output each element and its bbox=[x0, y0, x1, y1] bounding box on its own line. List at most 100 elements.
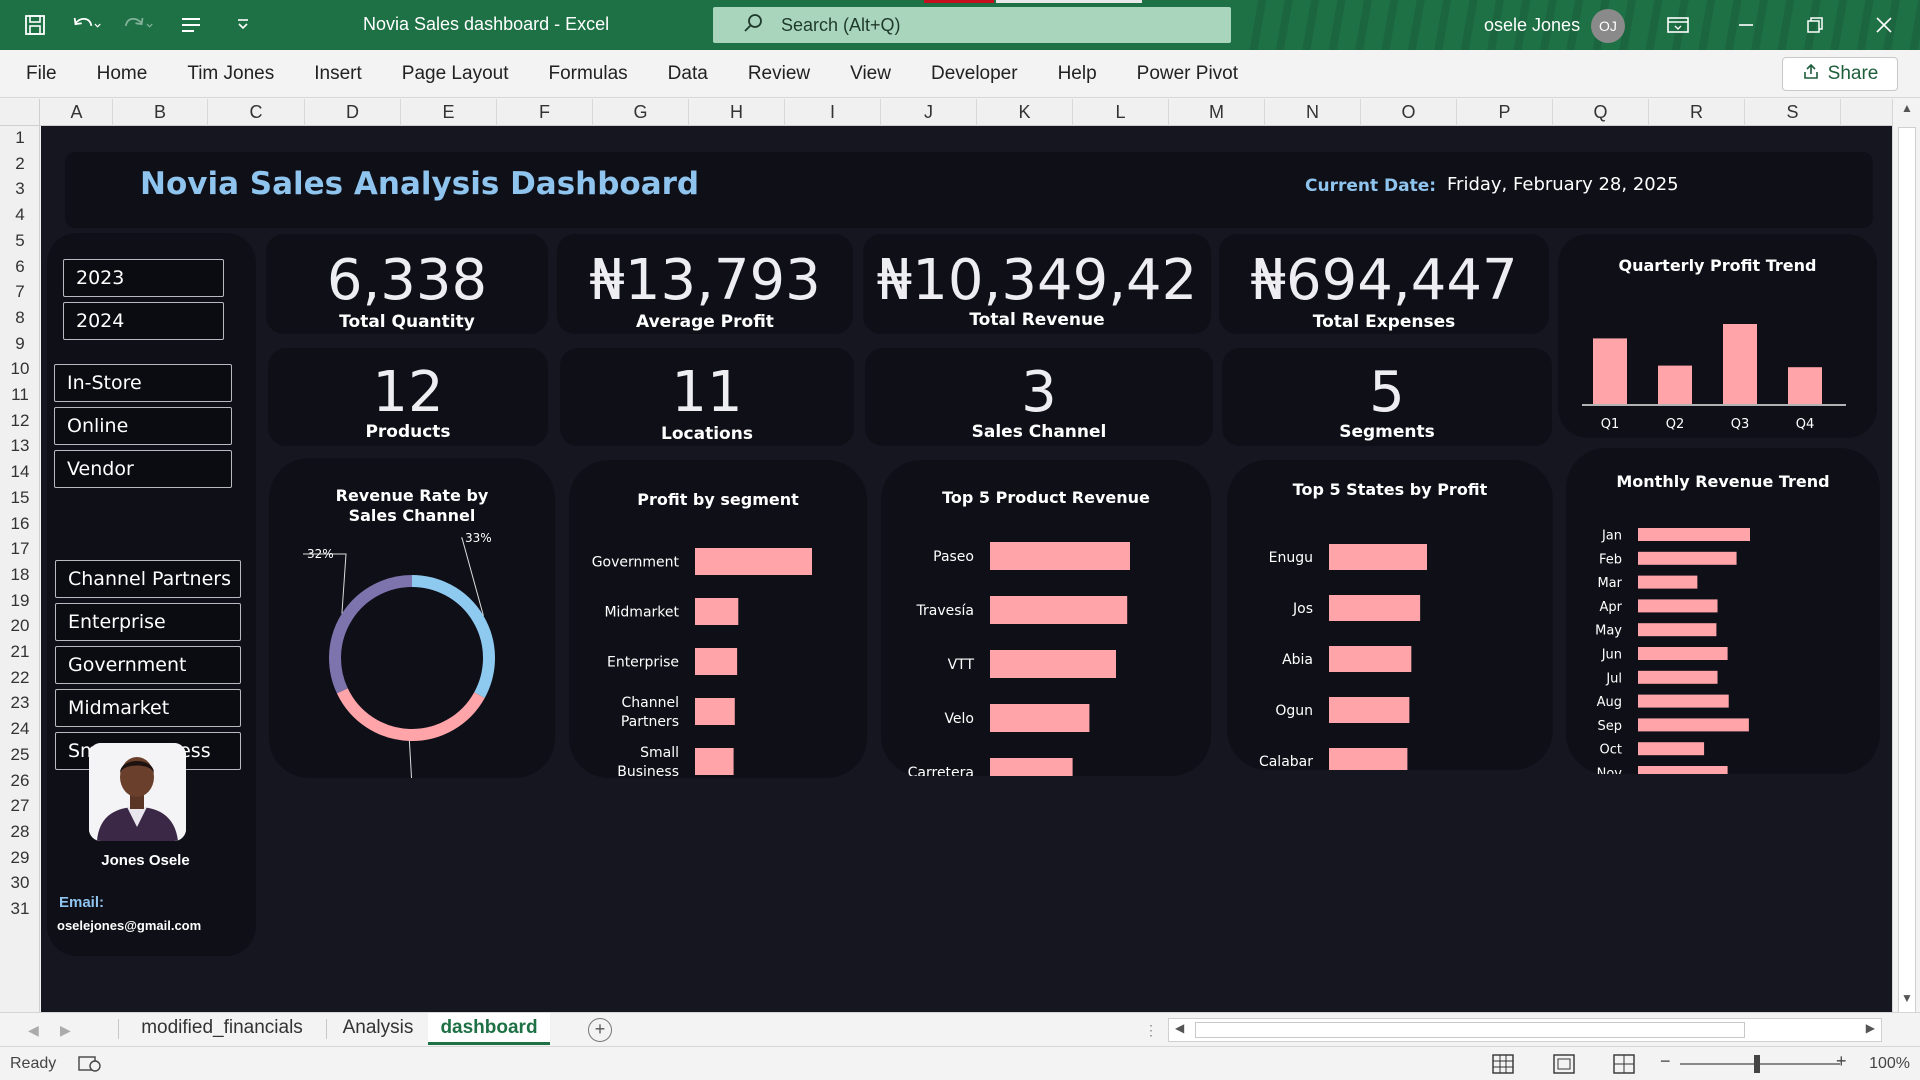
segment-slicer-midmarket[interactable]: Midmarket bbox=[55, 689, 241, 727]
sheet-tab-analysis[interactable]: Analysis bbox=[330, 1013, 426, 1045]
tab-view[interactable]: View bbox=[838, 50, 903, 98]
column-header-c[interactable]: C bbox=[208, 99, 305, 126]
restore-icon[interactable] bbox=[1785, 0, 1845, 50]
column-header-i[interactable]: I bbox=[785, 99, 881, 126]
undo-icon[interactable] bbox=[72, 10, 102, 40]
save-icon[interactable] bbox=[20, 10, 50, 40]
row-header-30[interactable]: 30 bbox=[0, 873, 39, 893]
row-header-7[interactable]: 7 bbox=[0, 282, 39, 302]
zoom-slider[interactable] bbox=[1680, 1063, 1840, 1065]
column-header-g[interactable]: G bbox=[593, 99, 689, 126]
tab-splitter-icon[interactable]: ⋮ bbox=[1144, 1013, 1158, 1047]
share-button[interactable]: Share bbox=[1782, 57, 1898, 91]
vertical-scrollbar[interactable]: ▲ ▼ bbox=[1892, 99, 1920, 1027]
column-header-d[interactable]: D bbox=[305, 99, 401, 126]
segment-slicer-channel-partners[interactable]: Channel Partners bbox=[55, 560, 241, 598]
year-slicer-2023[interactable]: 2023 bbox=[63, 259, 224, 297]
zoom-out-icon[interactable]: − bbox=[1660, 1051, 1671, 1072]
channel-slicer-online[interactable]: Online bbox=[54, 407, 232, 445]
tab-home[interactable]: Home bbox=[85, 50, 160, 98]
scroll-down-icon[interactable]: ▼ bbox=[1893, 991, 1920, 1005]
tab-developer[interactable]: Developer bbox=[919, 50, 1030, 98]
row-header-19[interactable]: 19 bbox=[0, 591, 39, 611]
year-slicer-2024[interactable]: 2024 bbox=[63, 302, 224, 340]
row-header-17[interactable]: 17 bbox=[0, 539, 39, 559]
row-header-14[interactable]: 14 bbox=[0, 462, 39, 482]
row-header-20[interactable]: 20 bbox=[0, 616, 39, 636]
vertical-scroll-thumb[interactable] bbox=[1898, 127, 1916, 1027]
row-header-15[interactable]: 15 bbox=[0, 488, 39, 508]
minimize-icon[interactable] bbox=[1716, 0, 1776, 50]
row-header-5[interactable]: 5 bbox=[0, 231, 39, 251]
segment-slicer-enterprise[interactable]: Enterprise bbox=[55, 603, 241, 641]
horizontal-scroll-thumb[interactable] bbox=[1195, 1022, 1745, 1038]
tab-help[interactable]: Help bbox=[1046, 50, 1109, 98]
column-header-m[interactable]: M bbox=[1169, 99, 1265, 126]
row-header-23[interactable]: 23 bbox=[0, 693, 39, 713]
column-header-f[interactable]: F bbox=[497, 99, 593, 126]
column-header-b[interactable]: B bbox=[113, 99, 208, 126]
redo-icon[interactable] bbox=[124, 10, 154, 40]
row-header-2[interactable]: 2 bbox=[0, 154, 39, 174]
row-header-21[interactable]: 21 bbox=[0, 642, 39, 662]
column-header-h[interactable]: H bbox=[689, 99, 785, 126]
scroll-left-icon[interactable]: ◀ bbox=[1175, 1021, 1184, 1035]
row-header-11[interactable]: 11 bbox=[0, 385, 39, 405]
user-name[interactable]: osele Jones bbox=[1484, 0, 1580, 50]
row-header-3[interactable]: 3 bbox=[0, 179, 39, 199]
column-header-k[interactable]: K bbox=[977, 99, 1073, 126]
row-header-24[interactable]: 24 bbox=[0, 719, 39, 739]
channel-slicer-in-store[interactable]: In-Store bbox=[54, 364, 232, 402]
row-header-8[interactable]: 8 bbox=[0, 308, 39, 328]
page-layout-view-icon[interactable] bbox=[1553, 1054, 1575, 1079]
sheet-tab-modified-financials[interactable]: modified_financials bbox=[122, 1013, 322, 1045]
sheet-tab-dashboard[interactable]: dashboard bbox=[428, 1013, 550, 1045]
column-header-p[interactable]: P bbox=[1457, 99, 1553, 126]
row-header-10[interactable]: 10 bbox=[0, 359, 39, 379]
horizontal-scrollbar[interactable]: ◀ ▶ bbox=[1168, 1018, 1882, 1042]
row-header-12[interactable]: 12 bbox=[0, 411, 39, 431]
select-all-corner[interactable] bbox=[0, 99, 40, 126]
row-header-26[interactable]: 26 bbox=[0, 771, 39, 791]
column-header-j[interactable]: J bbox=[881, 99, 977, 126]
search-input[interactable]: Search (Alt+Q) bbox=[713, 7, 1231, 43]
zoom-in-icon[interactable]: + bbox=[1836, 1051, 1847, 1072]
row-header-28[interactable]: 28 bbox=[0, 822, 39, 842]
row-header-13[interactable]: 13 bbox=[0, 436, 39, 456]
scroll-up-icon[interactable]: ▲ bbox=[1893, 101, 1920, 115]
column-header-q[interactable]: Q bbox=[1553, 99, 1649, 126]
row-header-16[interactable]: 16 bbox=[0, 514, 39, 534]
row-header-27[interactable]: 27 bbox=[0, 796, 39, 816]
accessibility-icon[interactable] bbox=[78, 1055, 102, 1078]
sheet-prev-icon[interactable]: ◀ bbox=[28, 1013, 39, 1047]
row-header-25[interactable]: 25 bbox=[0, 745, 39, 765]
row-header-18[interactable]: 18 bbox=[0, 565, 39, 585]
column-header-o[interactable]: O bbox=[1361, 99, 1457, 126]
column-header-l[interactable]: L bbox=[1073, 99, 1169, 126]
tab-insert[interactable]: Insert bbox=[302, 50, 374, 98]
channel-slicer-vendor[interactable]: Vendor bbox=[54, 450, 232, 488]
column-header-e[interactable]: E bbox=[401, 99, 497, 126]
form-icon[interactable] bbox=[176, 10, 206, 40]
page-break-view-icon[interactable] bbox=[1613, 1054, 1635, 1079]
row-header-22[interactable]: 22 bbox=[0, 668, 39, 688]
tab-tim-jones[interactable]: Tim Jones bbox=[175, 50, 286, 98]
user-avatar[interactable]: OJ bbox=[1591, 9, 1625, 43]
tab-data[interactable]: Data bbox=[656, 50, 720, 98]
column-header-n[interactable]: N bbox=[1265, 99, 1361, 126]
column-header-s[interactable]: S bbox=[1745, 99, 1841, 126]
tab-formulas[interactable]: Formulas bbox=[536, 50, 639, 98]
scroll-right-icon[interactable]: ▶ bbox=[1866, 1021, 1875, 1035]
normal-view-icon[interactable] bbox=[1492, 1054, 1514, 1079]
column-header-a[interactable]: A bbox=[41, 99, 113, 126]
tab-review[interactable]: Review bbox=[736, 50, 822, 98]
row-header-31[interactable]: 31 bbox=[0, 899, 39, 919]
row-header-6[interactable]: 6 bbox=[0, 257, 39, 277]
sheet-next-icon[interactable]: ▶ bbox=[60, 1013, 71, 1047]
row-header-1[interactable]: 1 bbox=[0, 128, 39, 148]
zoom-slider-knob[interactable] bbox=[1754, 1055, 1760, 1073]
segment-slicer-government[interactable]: Government bbox=[55, 646, 241, 684]
tab-page-layout[interactable]: Page Layout bbox=[390, 50, 521, 98]
tab-power-pivot[interactable]: Power Pivot bbox=[1125, 50, 1250, 98]
column-header-r[interactable]: R bbox=[1649, 99, 1745, 126]
